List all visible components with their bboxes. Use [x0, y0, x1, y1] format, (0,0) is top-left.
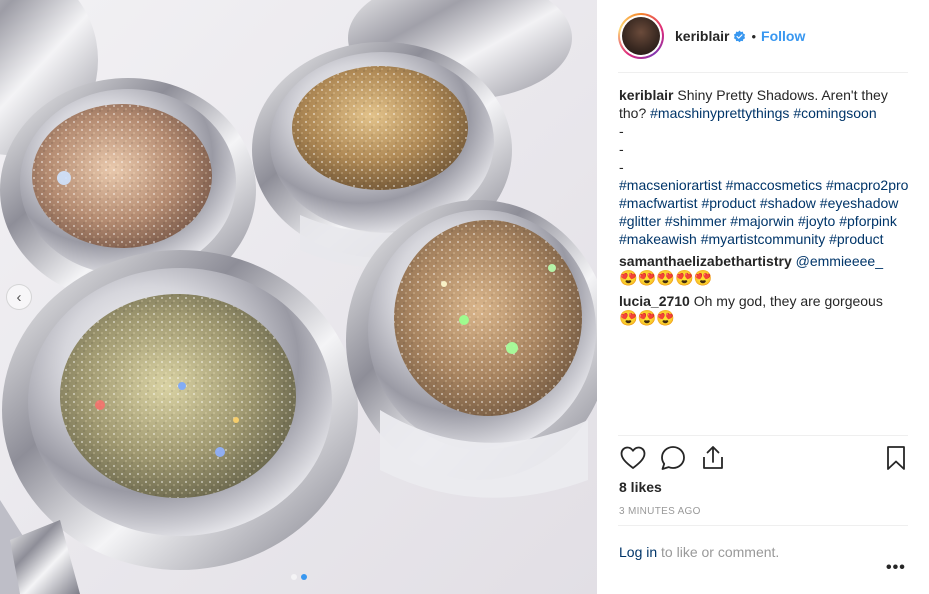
hashtag[interactable]: #myartistcommunity	[701, 231, 825, 247]
comment-username[interactable]: lucia_2710	[619, 293, 690, 309]
hashtag[interactable]: #shimmer	[665, 213, 726, 229]
comments-list: keriblair Shiny Pretty Shadows. Aren't t…	[619, 86, 909, 332]
bookmark-icon[interactable]	[882, 444, 910, 472]
bullet-separator: •	[751, 28, 757, 44]
hashtag[interactable]: #comingsoon	[793, 105, 876, 121]
chevron-left-icon: ‹	[16, 288, 22, 306]
comment-emojis: 😍😍😍😍😍	[619, 270, 713, 287]
follow-button[interactable]: Follow	[761, 28, 805, 44]
hashtag[interactable]: #maccosmetics	[726, 177, 822, 193]
login-prompt: Log in to like or comment.	[619, 544, 779, 560]
post-header: keriblair • Follow	[597, 0, 929, 72]
verified-badge-icon	[734, 30, 746, 42]
comment-username[interactable]: samanthaelizabethartistry	[619, 253, 792, 269]
comment-item: lucia_2710 Oh my god, they are gorgeous …	[619, 292, 909, 328]
caption: keriblair Shiny Pretty Shadows. Aren't t…	[619, 86, 909, 248]
login-prompt-text: to like or comment.	[657, 544, 780, 560]
comment-mention[interactable]: @emmieeee_	[796, 253, 883, 269]
comment-item: samanthaelizabethartistry @emmieeee_ 😍😍😍…	[619, 252, 909, 288]
comment-emojis: 😍😍😍	[619, 310, 676, 327]
post-side-panel: keriblair • Follow keriblair Shiny Prett…	[597, 0, 929, 594]
login-link[interactable]: Log in	[619, 544, 657, 560]
eyeshadow-photo	[0, 0, 597, 594]
hashtag[interactable]: #joyto	[798, 213, 835, 229]
hashtag[interactable]: #pforpink	[839, 213, 897, 229]
share-icon[interactable]	[699, 444, 727, 472]
compact-bottom-right	[346, 200, 597, 498]
carousel-prev-button[interactable]: ‹	[6, 284, 32, 310]
hashtag[interactable]: #product	[829, 231, 883, 247]
header-divider	[618, 72, 908, 73]
avatar-image	[622, 17, 660, 55]
post-timestamp[interactable]: 3 MINUTES AGO	[619, 506, 701, 517]
hashtag[interactable]: #glitter	[619, 213, 661, 229]
post-image[interactable]: ‹	[0, 0, 597, 594]
hashtag[interactable]: #makeawish	[619, 231, 697, 247]
hashtag[interactable]: #macfwartist	[619, 195, 698, 211]
comment-icon[interactable]	[659, 444, 687, 472]
carousel-dot-active	[300, 574, 307, 580]
action-bar	[619, 444, 909, 472]
hashtag[interactable]: #product	[701, 195, 755, 211]
hashtag[interactable]: #majorwin	[730, 213, 794, 229]
caption-username[interactable]: keriblair	[619, 87, 673, 103]
hashtag[interactable]: #eyeshadow	[820, 195, 899, 211]
heart-icon[interactable]	[619, 444, 647, 472]
hashtag[interactable]: #shadow	[760, 195, 816, 211]
more-options-button[interactable]: •••	[886, 559, 906, 577]
compact-bottom-left	[0, 250, 358, 594]
hashtag[interactable]: #macseniorartist	[619, 177, 722, 193]
hashtag[interactable]: #macshinyprettythings	[650, 105, 789, 121]
carousel-dot	[290, 574, 297, 580]
caption-dash: -	[619, 123, 624, 139]
header-username[interactable]: keriblair	[675, 28, 729, 44]
caption-dash: -	[619, 141, 624, 157]
comment-text: Oh my god, they are gorgeous	[693, 293, 883, 309]
caption-dash: -	[619, 159, 624, 175]
login-divider	[618, 525, 908, 526]
hashtag[interactable]: #macpro2pro	[826, 177, 909, 193]
carousel-dots	[0, 574, 597, 580]
avatar[interactable]	[618, 13, 664, 59]
actions-divider	[618, 435, 908, 436]
like-count[interactable]: 8 likes	[619, 479, 662, 495]
